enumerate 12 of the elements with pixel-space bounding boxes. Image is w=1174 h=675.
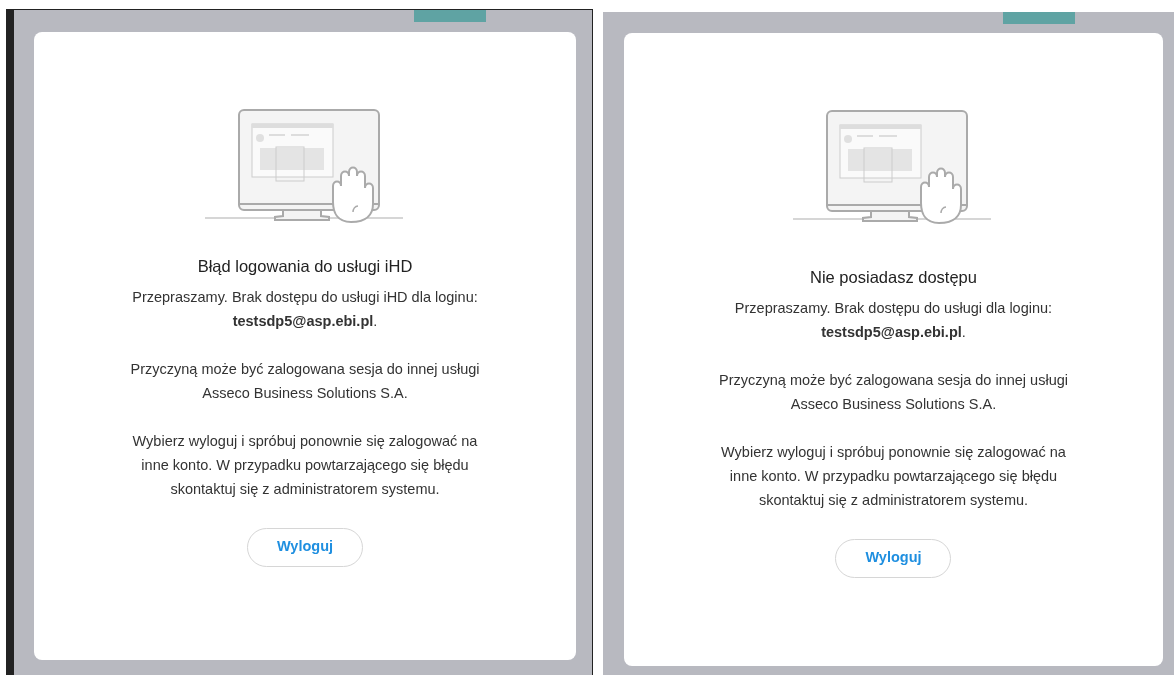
dialog-title: Błąd logowania do usługi iHD bbox=[197, 256, 413, 277]
message-paragraph: Wybierz wyloguj i spróbuj ponownie się zalogować na inne konto. W przypadku powtarzającego się błędu skontaktuj się z administratorem systemu. bbox=[131, 431, 479, 499]
logout-button[interactable]: Wyloguj bbox=[247, 527, 363, 567]
message-paragraph: Przyczyną może być zalogowana sesja do innej usługi Asseco Business Solutions S.A. bbox=[718, 370, 1069, 414]
message-paragraph: Przepraszamy. Brak dostępu do usługi dla loginu: testsdp5@asp.ebi.pl. bbox=[733, 298, 1054, 342]
message-paragraph: Przyczyną może być zalogowana sesja do innej usługi Asseco Business Solutions S.A. bbox=[129, 359, 481, 403]
message-paragraph: Przepraszamy. Brak dostępu do usługi iHD dla loginu: testsdp5@asp.ebi.pl. bbox=[131, 287, 479, 331]
dialog-title: Nie posiadasz dostępu bbox=[810, 267, 977, 288]
message-paragraph: Wybierz wyloguj i spróbuj ponownie się zalogować na inne konto. W przypadku powtarzającego się błędu skontaktuj się z administratorem systemu. bbox=[720, 442, 1067, 510]
logout-button[interactable]: Wyloguj bbox=[835, 538, 952, 578]
block-drawing bbox=[414, 10, 486, 22]
block-drawing bbox=[1003, 12, 1075, 24]
